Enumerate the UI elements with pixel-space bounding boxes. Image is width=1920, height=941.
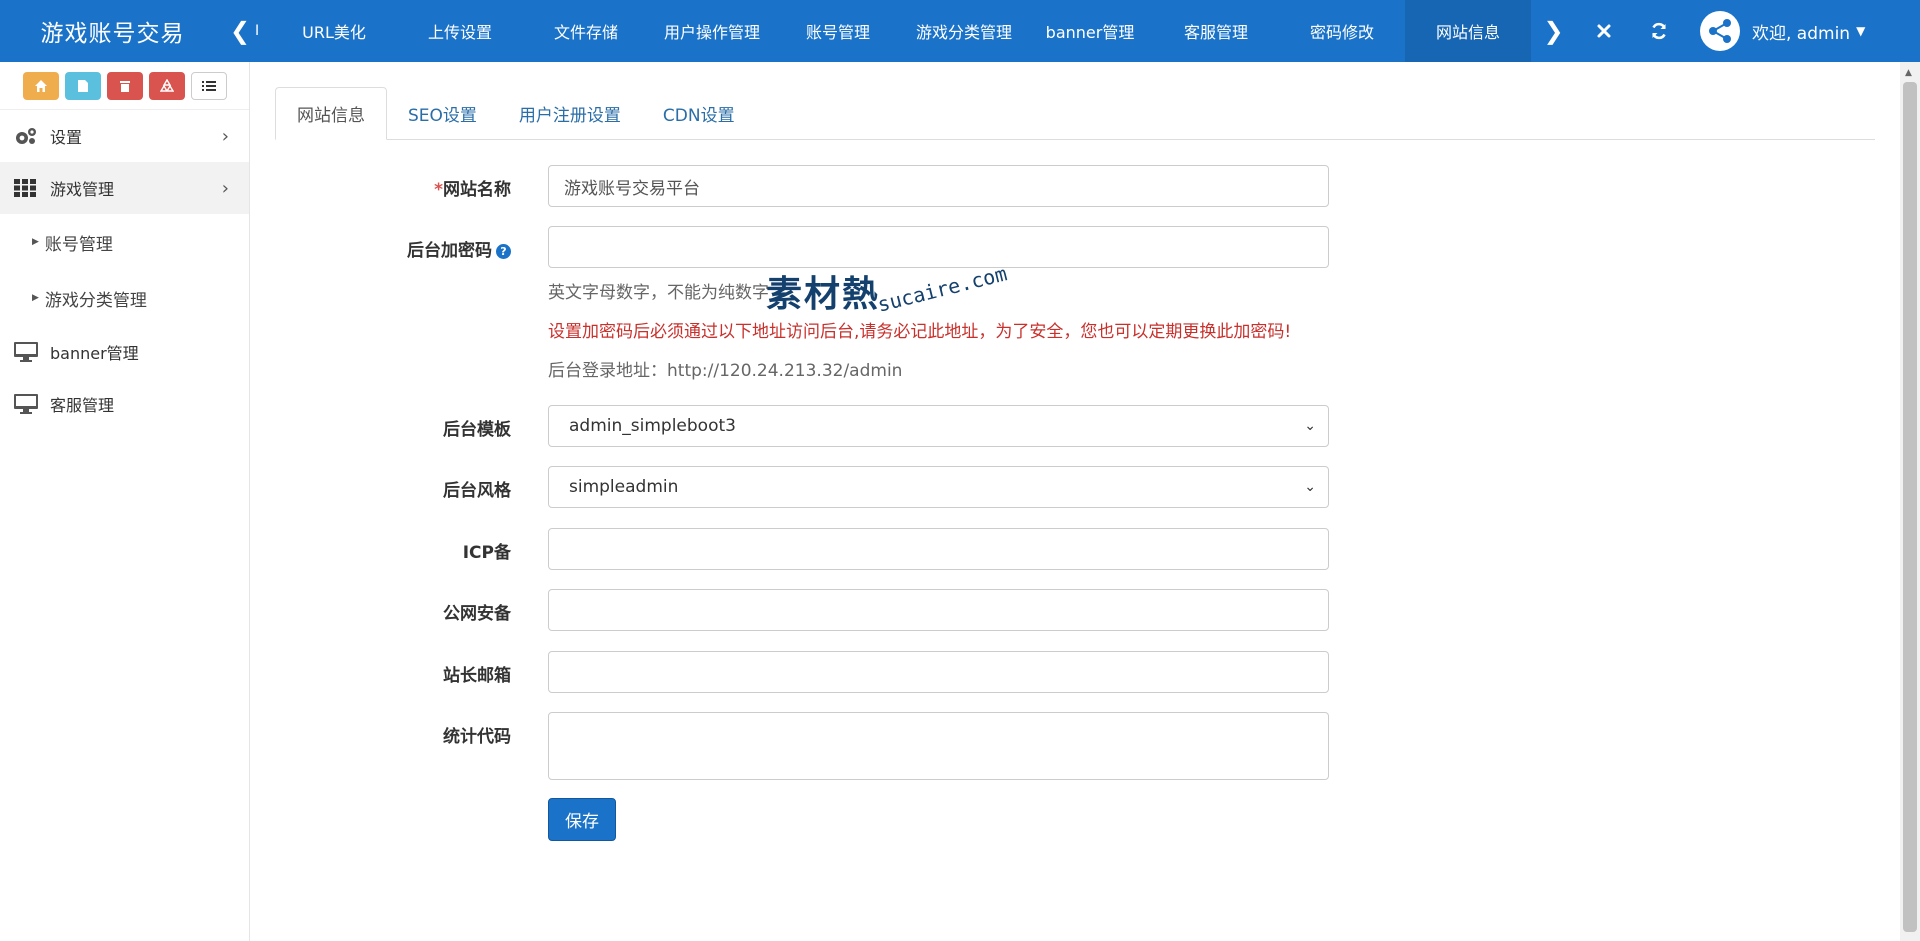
refresh-icon[interactable] — [1631, 0, 1686, 62]
sidebar-item-settings[interactable]: 设置 › — [0, 110, 249, 162]
nav-next-icon[interactable]: ❯ — [1531, 0, 1576, 62]
webmaster-email-label: 站长邮箱 — [443, 666, 511, 686]
settings-tabs: 网站信息 SEO设置 用户注册设置 CDN设置 — [275, 87, 1875, 140]
nav-tabs: URL美化 上传设置 文件存储 用户操作管理 账号管理 游戏分类管理 banne… — [271, 0, 1531, 62]
sidebar-item-label: 设置 — [50, 128, 83, 147]
form-row-admin-template: 后台模板 admin_simpleboot3 ⌄ — [251, 405, 1381, 447]
sidebar-item-service[interactable]: 客服管理 — [0, 378, 249, 430]
webmaster-email-input[interactable] — [548, 651, 1329, 693]
sidebar: 设置 › 游戏管理 › ▶ 账号管理 ▶ 游戏分类管理 banner管理 客服管… — [0, 62, 250, 941]
police-record-label: 公网安备 — [443, 604, 511, 624]
chevron-right-icon: › — [221, 125, 229, 147]
admin-login-url: 后台登录地址：http://120.24.213.32/admin — [548, 361, 903, 381]
icp-label: ICP备 — [462, 543, 511, 563]
password-hint: 英文字母数字，不能为纯数字 — [548, 283, 769, 303]
sidebar-item-label: 客服管理 — [50, 396, 115, 415]
admin-template-label: 后台模板 — [443, 420, 511, 440]
shortcut-bar — [0, 62, 249, 110]
grid-icon — [14, 179, 40, 197]
form-row-site-name: *网站名称 游戏账号交易平台 — [251, 165, 1381, 207]
site-name-input[interactable]: 游戏账号交易平台 — [548, 165, 1329, 207]
user-greeting: 欢迎, admin — [1752, 23, 1851, 44]
sidebar-subitem-accounts[interactable]: ▶ 账号管理 — [0, 214, 249, 270]
password-warning: 设置加密码后必须通过以下地址访问后台,请务必记此地址，为了安全，您也可以定期更换… — [548, 322, 1292, 342]
form-row-police-record: 公网安备 — [251, 589, 1381, 631]
user-menu[interactable]: 欢迎, admin ▼ — [1700, 0, 1865, 62]
tab-user-register[interactable]: 用户注册设置 — [498, 87, 642, 139]
chevron-down-icon: ⌄ — [1304, 418, 1316, 434]
chevron-down-icon: ⌄ — [1304, 479, 1316, 495]
nav-tab-upload[interactable]: 上传设置 — [397, 0, 523, 62]
gears-icon — [14, 126, 40, 146]
form-row-webmaster-email: 站长邮箱 — [251, 651, 1381, 693]
tab-seo[interactable]: SEO设置 — [387, 87, 498, 139]
chevron-right-icon: › — [221, 177, 229, 199]
nav-tab-game-category[interactable]: 游戏分类管理 — [901, 0, 1027, 62]
sidebar-item-game-management[interactable]: 游戏管理 › — [0, 162, 249, 214]
save-button[interactable]: 保存 — [548, 798, 616, 841]
sidebar-item-banner[interactable]: banner管理 — [0, 326, 249, 378]
required-mark: * — [434, 180, 443, 200]
sidebar-item-label: 游戏管理 — [50, 180, 115, 199]
brand-title[interactable]: 游戏账号交易 — [0, 0, 225, 62]
form-row-analytics: 统计代码 — [251, 712, 1381, 780]
trash-icon[interactable] — [106, 71, 143, 100]
form-row-admin-password: 后台加密码? 英文字母数字，不能为纯数字 设置加密码后必须通过以下地址访问后台,… — [251, 226, 1381, 381]
question-icon[interactable]: ? — [496, 243, 511, 259]
admin-style-select[interactable]: simpleadmin ⌄ — [548, 466, 1329, 508]
nav-tab-url[interactable]: URL美化 — [271, 0, 397, 62]
avatar — [1700, 11, 1740, 51]
tab-site-info[interactable]: 网站信息 — [275, 87, 387, 140]
caret-right-icon: ▶ — [32, 237, 39, 247]
scrollbar[interactable]: ▲ — [1900, 62, 1920, 941]
sidebar-subitem-label: 账号管理 — [44, 234, 113, 255]
police-record-input[interactable] — [548, 589, 1329, 631]
nav-tab-user-actions[interactable]: 用户操作管理 — [649, 0, 775, 62]
admin-template-select[interactable]: admin_simpleboot3 ⌄ — [548, 405, 1329, 447]
nav-prev-icon[interactable]: ❮ — [225, 0, 255, 62]
nav-tab-password[interactable]: 密码修改 — [1279, 0, 1405, 62]
nav-tab-service[interactable]: 客服管理 — [1153, 0, 1279, 62]
site-name-label: *网站名称 — [434, 180, 511, 200]
nav-tab-accounts[interactable]: 账号管理 — [775, 0, 901, 62]
recycle-icon[interactable] — [148, 71, 185, 100]
nav-tab-storage[interactable]: 文件存储 — [523, 0, 649, 62]
file-icon[interactable] — [64, 71, 101, 100]
admin-password-input[interactable] — [548, 226, 1329, 268]
admin-style-label: 后台风格 — [443, 481, 511, 501]
form-row-admin-style: 后台风格 simpleadmin ⌄ — [251, 466, 1381, 508]
top-navbar: 游戏账号交易 ❮ I URL美化 上传设置 文件存储 用户操作管理 账号管理 游… — [0, 0, 1920, 62]
sidebar-subitem-game-category[interactable]: ▶ 游戏分类管理 — [0, 270, 249, 326]
caret-right-icon: ▶ — [32, 293, 39, 303]
sidebar-subitem-label: 游戏分类管理 — [44, 290, 147, 311]
share-icon — [1709, 19, 1731, 43]
sidebar-item-label: banner管理 — [50, 344, 139, 363]
analytics-code-label: 统计代码 — [443, 727, 511, 747]
home-icon[interactable] — [22, 71, 59, 100]
main-content: 网站信息 SEO设置 用户注册设置 CDN设置 *网站名称 游戏账号交易平台 后… — [251, 62, 1901, 941]
close-tab-icon[interactable] — [1576, 0, 1631, 62]
tab-cdn[interactable]: CDN设置 — [642, 87, 756, 139]
list-icon[interactable] — [190, 71, 227, 100]
admin-password-label: 后台加密码? — [251, 226, 511, 261]
monitor-icon — [14, 342, 40, 362]
nav-tab-site-info[interactable]: 网站信息 — [1405, 0, 1531, 62]
nav-tab-banner[interactable]: banner管理 — [1027, 0, 1153, 62]
scrollbar-thumb[interactable] — [1903, 82, 1917, 932]
icp-input[interactable] — [548, 528, 1329, 570]
form-row-icp: ICP备 — [251, 528, 1381, 570]
monitor-icon — [14, 394, 40, 414]
analytics-code-textarea[interactable] — [548, 712, 1329, 780]
scroll-up-icon[interactable]: ▲ — [1905, 68, 1912, 78]
nav-tab-clipped[interactable]: I — [255, 0, 271, 62]
caret-down-icon: ▼ — [1856, 24, 1866, 38]
